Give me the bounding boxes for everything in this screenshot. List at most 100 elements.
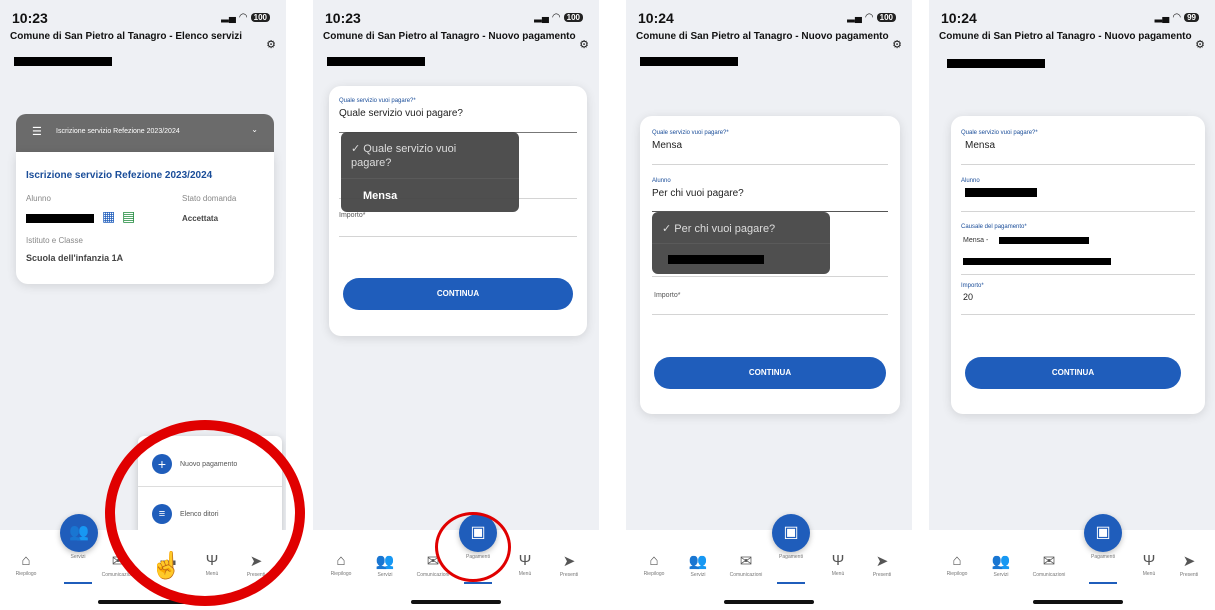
wifi-icon: ◠ xyxy=(238,12,248,23)
redacted-user xyxy=(640,57,738,66)
tab-riepilogo[interactable]: ⌂ Riepilogo xyxy=(630,552,678,577)
service-label: Quale servizio vuoi pagare?* xyxy=(652,130,729,136)
tab-riepilogo[interactable]: ⌂ Riepilogo xyxy=(933,552,981,577)
tab-pagamenti-fab[interactable]: ▣ xyxy=(772,514,810,552)
tab-pagamenti-fab[interactable]: ▣ xyxy=(1084,514,1122,552)
send-icon: ➤ xyxy=(875,553,889,570)
tab-presenti[interactable]: ➤ Presenti xyxy=(858,552,906,578)
calendar-icon[interactable]: ▦ xyxy=(102,208,115,225)
battery-icon: 100 xyxy=(250,13,270,22)
home-indicator xyxy=(724,600,814,604)
alunno-dropdown: ✓ Per chi vuoi pagare? xyxy=(652,212,830,274)
tab-pagamenti[interactable]: Pagamenti xyxy=(1079,554,1127,560)
gear-icon[interactable]: ⚙ xyxy=(892,38,902,51)
users-icon: 👥 xyxy=(375,553,395,570)
tab-menu[interactable]: Ψ Menù xyxy=(814,552,862,577)
status-icons: ▂▄ ◠ 100 xyxy=(221,12,270,23)
tab-servizi[interactable]: 👥 Servizi xyxy=(674,552,722,578)
status-icons: ▂▄ ◠ 99 xyxy=(1155,12,1199,23)
send-icon: ➤ xyxy=(562,553,576,570)
chevron-down-icon: ⌄ xyxy=(251,125,258,134)
field-underline xyxy=(652,314,888,315)
redacted-student xyxy=(26,214,94,223)
service-select[interactable]: Mensa xyxy=(652,140,682,151)
list-icon: ☰ xyxy=(32,126,42,138)
alunno-label: Alunno xyxy=(652,178,671,184)
status-icons: ▂▄ ◠ 100 xyxy=(847,12,896,23)
home-icon: ⌂ xyxy=(952,552,962,569)
mail-icon: ✉ xyxy=(739,553,753,570)
cutlery-icon: Ψ xyxy=(831,552,845,569)
tab-bar: ⌂ Riepilogo 👥 Servizi ✉ Comunicazioni ▣ Pag… xyxy=(626,514,912,610)
service-label: Quale servizio vuoi pagare?* xyxy=(961,130,1038,136)
signal-icon: ▂▄ xyxy=(221,12,236,23)
gear-icon[interactable]: ⚙ xyxy=(266,38,276,51)
page-title: Comune di San Pietro al Tanagro - Nuovo … xyxy=(939,31,1192,42)
continua-button[interactable]: CONTINUA xyxy=(343,278,573,310)
dropdown-option-placeholder[interactable]: ✓ Per chi vuoi pagare? xyxy=(662,222,775,235)
screen-nuovo-pagamento-3: 10:24 ▂▄ ◠ 99 Comune di San Pietro al Tana… xyxy=(929,0,1215,610)
signal-icon: ▂▄ xyxy=(1154,12,1170,23)
service-banner[interactable]: ☰ Iscrizione servizio Refezione 2023/202… xyxy=(16,114,274,152)
battery-icon: 99 xyxy=(1184,13,1199,22)
redacted-user xyxy=(327,57,425,66)
tab-comunicazioni[interactable]: ✉ Comunicazioni xyxy=(1025,552,1073,578)
active-tab-indicator xyxy=(1089,582,1117,584)
alunno-label: Alunno xyxy=(26,194,51,203)
users-icon: 👥 xyxy=(688,553,708,570)
gear-icon[interactable]: ⚙ xyxy=(1195,38,1205,51)
redacted-causale xyxy=(963,258,1111,265)
page-title: Comune di San Pietro al Tanagro - Elenco… xyxy=(10,31,243,42)
status-time: 10:24 xyxy=(941,10,977,26)
clipboard-icon[interactable]: ▤ xyxy=(122,208,135,225)
redacted-user xyxy=(14,57,112,66)
tab-presenti[interactable]: ➤ Presenti xyxy=(1165,552,1213,578)
tab-pagamenti[interactable]: Pagamenti xyxy=(767,554,815,560)
tab-bar: ⌂ Riepilogo 👥 Servizi ✉ Comunicazioni ▣ Pag… xyxy=(929,514,1215,610)
redacted-user xyxy=(947,59,1045,68)
istituto-label: Istituto e Classe xyxy=(26,236,83,245)
users-icon: 👥 xyxy=(69,524,89,541)
importo-input[interactable]: 20 xyxy=(963,292,973,302)
tab-servizi-fab[interactable]: 👥 xyxy=(60,514,98,552)
tab-presenti[interactable]: ➤ Presenti xyxy=(545,552,593,578)
status-time: 10:24 xyxy=(638,10,674,26)
annotation-circle xyxy=(105,420,305,606)
istituto-value: Scuola dell'infanzia 1A xyxy=(26,253,124,263)
signal-icon: ▂▄ xyxy=(847,12,862,23)
wallet-icon: ▣ xyxy=(1095,524,1111,541)
status-bar: 10:24 ▂▄ ◠ 99 xyxy=(941,10,1203,32)
gear-icon[interactable]: ⚙ xyxy=(579,38,589,51)
stato-label: Stato domanda xyxy=(182,194,237,203)
field-underline xyxy=(339,236,577,237)
battery-icon: 100 xyxy=(563,13,583,22)
tab-servizi[interactable]: 👥 Servizi xyxy=(361,552,409,578)
tab-riepilogo[interactable]: ⌂ Riepilogo xyxy=(317,552,365,577)
screen-nuovo-pagamento-1: 10:23 ▂▄ ◠ 100 Comune di San Pietro al Tan… xyxy=(313,0,599,610)
tab-servizi[interactable]: 👥 Servizi xyxy=(977,552,1025,578)
redacted-student[interactable] xyxy=(965,188,1037,197)
service-card[interactable]: Iscrizione servizio Refezione 2023/2024 … xyxy=(16,152,274,284)
service-dropdown: ✓ Quale servizio vuoi pagare? Mensa xyxy=(341,132,519,212)
card-title: Iscrizione servizio Refezione 2023/2024 xyxy=(26,170,213,181)
mail-icon: ✉ xyxy=(1042,553,1056,570)
continua-button[interactable]: CONTINUA xyxy=(965,357,1181,389)
tab-comunicazioni[interactable]: ✉ Comunicazioni xyxy=(722,552,770,578)
causale-value[interactable]: Mensa - xyxy=(963,237,988,244)
continua-button[interactable]: CONTINUA xyxy=(654,357,886,389)
redacted-student-option[interactable] xyxy=(668,255,764,264)
check-icon: ✓ xyxy=(662,223,675,235)
service-select[interactable]: Quale servizio vuoi pagare? xyxy=(339,108,463,119)
tab-riepilogo[interactable]: ⌂ Riepilogo xyxy=(2,552,50,577)
home-indicator xyxy=(411,600,501,604)
active-tab-indicator xyxy=(777,582,805,584)
stato-value: Accettata xyxy=(182,214,219,223)
alunno-select[interactable]: Per chi vuoi pagare? xyxy=(652,188,744,199)
service-select[interactable]: Mensa xyxy=(965,140,995,151)
importo-label: Importo* xyxy=(654,292,681,299)
dropdown-option-placeholder[interactable]: ✓ Quale servizio vuoi pagare? xyxy=(351,142,471,170)
divider xyxy=(341,178,519,179)
field-underline xyxy=(961,314,1195,315)
field-underline xyxy=(652,276,888,277)
dropdown-option-mensa[interactable]: Mensa xyxy=(363,190,397,202)
